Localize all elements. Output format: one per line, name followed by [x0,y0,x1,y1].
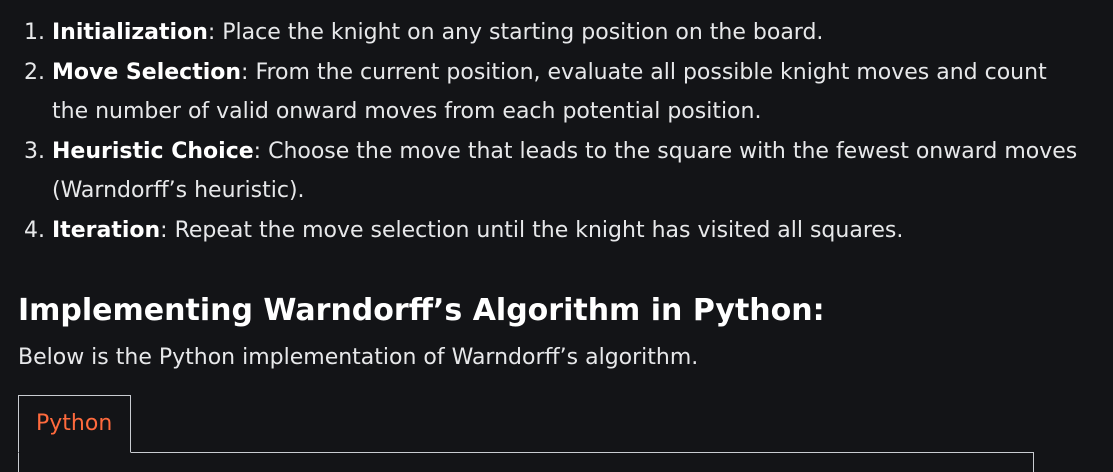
list-item-number: 3. [24,138,45,164]
list-item: 4. Iteration: Repeat the move selection … [24,211,1084,251]
list-item-separator: : [160,217,168,243]
list-item-text: Place the knight on any starting positio… [215,20,824,45]
code-block-panel [18,452,1034,472]
article-page: 1. Initialization: Place the knight on a… [0,0,1113,472]
list-item: 1. Initialization: Place the knight on a… [24,13,1084,53]
code-tab-python[interactable]: Python [18,395,131,453]
list-item-number: 2. [24,59,45,85]
list-item-term: Heuristic Choice [52,138,254,164]
algorithm-steps-list: 1. Initialization: Place the knight on a… [24,13,1084,250]
code-tab-label: Python [36,411,113,436]
list-item-term: Iteration [52,217,161,243]
section-heading: Implementing Warndorff’s Algorithm in Py… [18,293,825,328]
list-item-number: 1. [24,20,45,45]
list-item-text: Repeat the move selection until the knig… [167,217,904,243]
section-intro-text: Below is the Python implementation of Wa… [18,345,699,370]
list-item-separator: : [253,138,262,164]
list-item-term: Move Selection [52,59,242,85]
list-item-number: 4. [24,217,45,243]
list-item: 3. Heuristic Choice: Choose the move tha… [24,132,1084,211]
list-item: 2. Move Selection: From the current posi… [24,53,1084,132]
list-item-term: Initialization [52,20,208,45]
